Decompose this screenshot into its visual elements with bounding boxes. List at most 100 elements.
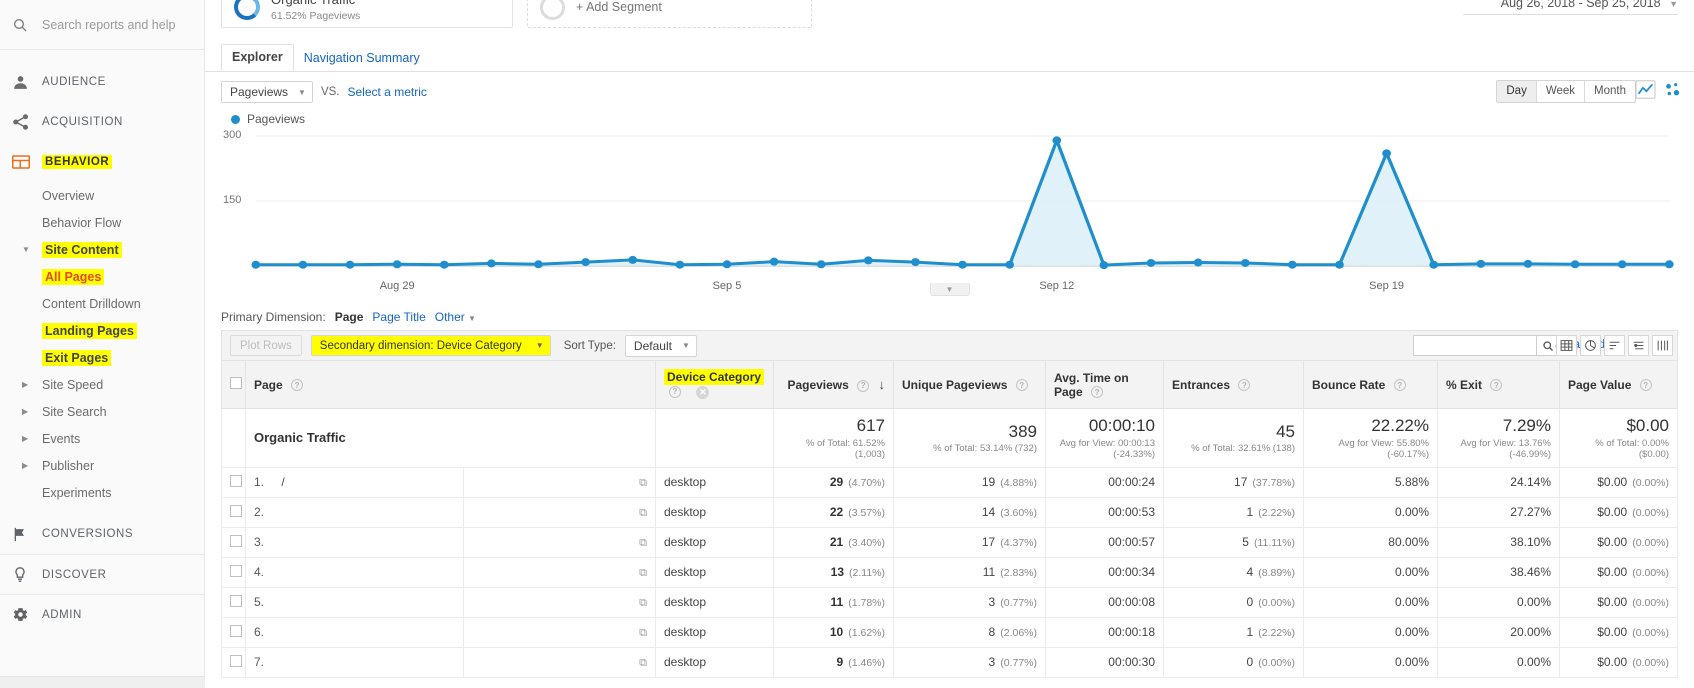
primary-dimension-current[interactable]: Page [335, 310, 364, 324]
row-page-path[interactable]: / [281, 475, 284, 489]
sidebar-item-content-drilldown[interactable]: Content Drilldown [0, 290, 204, 317]
comparison-view-icon[interactable] [1628, 335, 1649, 356]
sidebar-item-site-content[interactable]: ▼ Site Content [0, 236, 204, 263]
summary-metric-note: % of Total: 53.14% (732) [902, 443, 1037, 454]
column-header-unique-pageviews[interactable]: Unique Pageviews ? [894, 361, 1046, 409]
open-in-new-icon[interactable]: ⧉ [639, 657, 647, 669]
column-header-exit-pct[interactable]: % Exit ? [1438, 361, 1560, 409]
pie-view-icon[interactable] [1580, 335, 1601, 356]
sidebar-item-publisher[interactable]: ▶ Publisher [0, 452, 204, 479]
open-in-new-icon[interactable]: ⧉ [639, 477, 647, 489]
table-row[interactable]: 7. ⧉ desktop 9(1.46%) 3(0.77%) 00:00:30 … [222, 647, 1678, 677]
open-in-new-icon[interactable]: ⧉ [639, 507, 647, 519]
segment-chip-organic-traffic[interactable]: Organic Traffic 61.52% Pageviews ▼ [221, 0, 513, 28]
pivot-view-icon[interactable] [1652, 335, 1673, 356]
table-row[interactable]: 2. ⧉ desktop 22(3.57%) 14(3.60%) 00:00:5… [222, 497, 1678, 527]
summary-metric-note: % of Total: 61.52% (1,003) [782, 438, 885, 460]
granularity-month[interactable]: Month [1585, 81, 1635, 102]
top-bar: Aug 26, 2018 - Sep 25, 2018 ▼ Organic Tr… [205, 0, 1694, 40]
tab-navigation-summary[interactable]: Navigation Summary [294, 46, 430, 71]
sidebar-item-site-speed[interactable]: ▶ Site Speed [0, 371, 204, 398]
summary-metric-cell: 22.22% Avg for View: 55.80% (-60.17%) [1304, 409, 1438, 468]
column-header-page[interactable]: Page ? [246, 361, 656, 409]
row-checkbox[interactable] [230, 565, 242, 577]
row-checkbox[interactable] [230, 535, 242, 547]
sidebar-search[interactable]: Search reports and help [0, 0, 204, 50]
plot-rows-button[interactable]: Plot Rows [230, 335, 302, 356]
table-row[interactable]: 4. ⧉ desktop 13(2.11%) 11(2.83%) 00:00:3… [222, 557, 1678, 587]
sidebar-item-overview[interactable]: Overview [0, 182, 204, 209]
help-icon[interactable]: ? [1394, 379, 1406, 391]
tab-explorer[interactable]: Explorer [221, 44, 294, 71]
help-icon[interactable]: ? [291, 379, 303, 391]
table-row[interactable]: 3. ⧉ desktop 21(3.40%) 17(4.37%) 00:00:5… [222, 527, 1678, 557]
granularity-day[interactable]: Day [1497, 81, 1536, 102]
column-header-device-category[interactable]: Device Category ? ✕ [656, 361, 774, 409]
motion-chart-icon[interactable] [1663, 80, 1682, 99]
row-checkbox[interactable] [230, 505, 242, 517]
help-icon[interactable]: ? [1640, 379, 1652, 391]
sidebar-item-exit-pages[interactable]: Exit Pages [0, 344, 204, 371]
column-header-entrances[interactable]: Entrances ? [1164, 361, 1304, 409]
row-device-category: desktop [656, 467, 774, 497]
secondary-dimension-button[interactable]: Secondary dimension: Device Category ▼ [311, 335, 551, 356]
primary-dimension-page-title[interactable]: Page Title [372, 310, 425, 324]
row-checkbox-cell [222, 557, 246, 587]
performance-view-icon[interactable] [1604, 335, 1625, 356]
sidebar-item-behavior-flow[interactable]: Behavior Flow [0, 209, 204, 236]
pageviews-chart[interactable]: 300150 ▼ [221, 130, 1678, 280]
sort-type-dropdown[interactable]: Default ▼ [625, 335, 697, 357]
sidebar-item-landing-pages[interactable]: Landing Pages [0, 317, 204, 344]
open-in-new-icon[interactable]: ⧉ [639, 537, 647, 549]
sidebar-item-exit-pages-label: Exit Pages [42, 350, 111, 366]
column-header-avg-time-on-page[interactable]: Avg. Time on Page ? [1046, 361, 1164, 409]
table-row[interactable]: 1. / ⧉ desktop 29(4.70%) 19(4.88%) 00:00… [222, 467, 1678, 497]
sidebar-item-acquisition-label: ACQUISITION [42, 116, 123, 128]
sidebar-item-experiments[interactable]: Experiments [0, 479, 204, 506]
column-header-bounce-rate[interactable]: Bounce Rate ? [1304, 361, 1438, 409]
help-icon[interactable]: ? [1490, 379, 1502, 391]
granularity-week[interactable]: Week [1537, 81, 1585, 102]
person-icon [12, 74, 42, 91]
help-icon[interactable]: ? [1091, 386, 1103, 398]
open-in-new-icon[interactable]: ⧉ [639, 597, 647, 609]
remove-secondary-dimension-icon[interactable]: ✕ [696, 386, 709, 399]
row-index: 5. [254, 595, 264, 609]
sidebar-item-conversions[interactable]: CONVERSIONS [0, 514, 204, 554]
row-checkbox[interactable] [230, 655, 242, 667]
row-checkbox[interactable] [230, 595, 242, 607]
select-all-checkbox[interactable] [230, 377, 242, 389]
row-unique-pageviews: 3(0.77%) [894, 587, 1046, 617]
table-row[interactable]: 5. ⧉ desktop 11(1.78%) 3(0.77%) 00:00:08… [222, 587, 1678, 617]
table-view-icon[interactable] [1556, 335, 1577, 356]
date-range-picker[interactable]: Aug 26, 2018 - Sep 25, 2018 ▼ [1501, 0, 1678, 10]
column-header-page-value[interactable]: Page Value ? [1560, 361, 1678, 409]
sidebar-item-site-search[interactable]: ▶ Site Search [0, 398, 204, 425]
help-icon[interactable]: ? [857, 380, 869, 392]
help-icon[interactable]: ? [1016, 379, 1028, 391]
table-row[interactable]: 6. ⧉ desktop 10(1.62%) 8(2.06%) 00:00:18… [222, 617, 1678, 647]
row-index: 3. [254, 535, 264, 549]
row-checkbox[interactable] [230, 625, 242, 637]
sidebar-item-behavior[interactable]: BEHAVIOR [0, 142, 204, 182]
summary-metric-note: Avg for View: 55.80% (-60.17%) [1312, 438, 1429, 460]
row-checkbox[interactable] [230, 475, 242, 487]
primary-dimension-other[interactable]: Other ▼ [435, 310, 476, 324]
sidebar-item-events[interactable]: ▶ Events [0, 425, 204, 452]
column-header-pageviews[interactable]: Pageviews ? ↓ [774, 361, 894, 409]
sidebar-item-discover[interactable]: DISCOVER [0, 554, 204, 594]
sidebar-item-acquisition[interactable]: ACQUISITION [0, 102, 204, 142]
sidebar-item-audience[interactable]: AUDIENCE [0, 62, 204, 102]
help-icon[interactable]: ? [1238, 379, 1250, 391]
table-search-input[interactable] [1413, 335, 1537, 356]
open-in-new-icon[interactable]: ⧉ [639, 567, 647, 579]
metric-dropdown[interactable]: Pageviews ▼ [221, 81, 313, 103]
row-pageviews: 9(1.46%) [774, 647, 894, 677]
open-in-new-icon[interactable]: ⧉ [639, 627, 647, 639]
line-chart-icon[interactable] [1635, 80, 1656, 99]
sidebar-item-all-pages[interactable]: All Pages [0, 263, 204, 290]
add-segment-button[interactable]: + Add Segment [527, 0, 812, 28]
help-icon[interactable]: ? [669, 386, 681, 398]
select-metric-link[interactable]: Select a metric [348, 85, 427, 99]
sidebar-item-admin[interactable]: ADMIN [0, 594, 204, 634]
